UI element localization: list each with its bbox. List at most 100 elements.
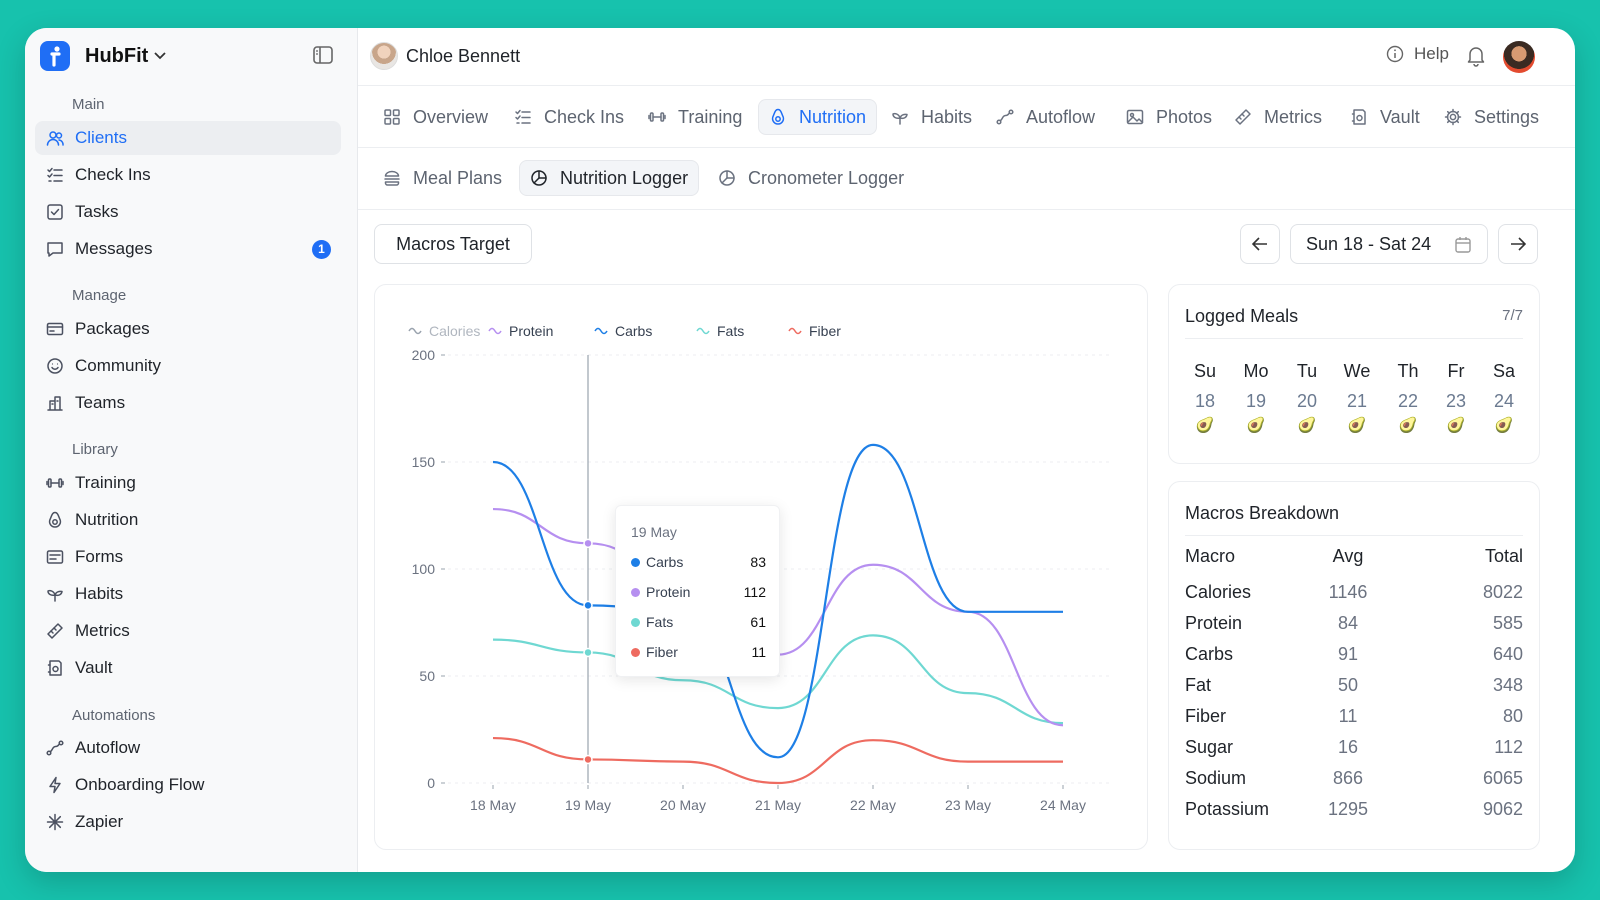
day-tu[interactable]: Tu 20 🥑 <box>1287 361 1327 434</box>
previous-week-button[interactable] <box>1240 224 1280 264</box>
subtab-nutrition-logger[interactable]: Nutrition Logger <box>519 160 700 196</box>
tab-label: Metrics <box>1264 106 1322 127</box>
bell-icon[interactable] <box>1466 45 1486 72</box>
day-su[interactable]: Su 18 🥑 <box>1185 361 1225 434</box>
subtab-label: Meal Plans <box>413 167 503 188</box>
table-header: Macro Avg Total <box>1185 546 1523 570</box>
date-range-picker[interactable]: Sun 18 - Sat 24 <box>1290 224 1488 264</box>
table-cell: 6065 <box>1482 768 1523 788</box>
help-button[interactable]: Help <box>1386 44 1449 64</box>
sidebar-item-onboarding-flow[interactable]: Onboarding Flow <box>35 768 341 802</box>
logged-meals-card: Logged Meals 7/7 Su 18 🥑 Mo 19 🥑 Tu 20 🥑 We… <box>1168 284 1540 464</box>
avocado-icon: 🥑 <box>1446 417 1466 434</box>
user-avatar[interactable] <box>1503 41 1535 73</box>
autoflow-icon <box>46 739 64 757</box>
macros-target-button[interactable]: Macros Target <box>374 224 532 264</box>
day-number: 22 <box>1397 391 1419 411</box>
tab-nutrition[interactable]: Nutrition <box>758 99 878 135</box>
table-row: Fiber 11 80 <box>1185 706 1523 730</box>
sidebar-item-label: Vault <box>75 658 113 677</box>
sidebar-item-metrics[interactable]: Metrics <box>35 614 341 648</box>
sidebar-item-packages[interactable]: Packages <box>35 312 341 346</box>
main-content: Chloe Bennett Help Overview Check Ins Trai… <box>358 28 1575 872</box>
sidebar-item-label: Messages <box>75 239 153 258</box>
avocado-icon: 🥑 <box>1297 417 1317 434</box>
table-row: Sugar 16 112 <box>1185 737 1523 761</box>
day-we[interactable]: We 21 🥑 <box>1337 361 1377 434</box>
sidebar-item-label: Clients <box>75 128 127 147</box>
dumbbell-icon <box>648 108 678 126</box>
sidebar-item-nutrition[interactable]: Nutrition <box>35 503 341 537</box>
tooltip-series-name: Fiber <box>646 644 678 660</box>
next-week-button[interactable] <box>1498 224 1538 264</box>
tab-training[interactable]: Training <box>638 99 752 135</box>
tab-check-ins[interactable]: Check Ins <box>504 99 634 135</box>
macros-chart-card: 0 50 100 150 200 18 May 19 May 20 May 21 May 22 M… <box>374 284 1148 850</box>
info-icon <box>1386 45 1404 63</box>
sidebar-item-clients[interactable]: Clients <box>35 121 341 155</box>
sidebar-toggle-icon[interactable] <box>312 44 336 68</box>
sidebar-item-zapier[interactable]: Zapier <box>35 805 341 839</box>
gear-icon <box>1444 108 1474 126</box>
ruler-icon <box>46 622 64 640</box>
top-bar: Chloe Bennett Help <box>358 28 1575 86</box>
table-cell: Fiber <box>1185 706 1227 726</box>
day-number: 24 <box>1493 391 1515 411</box>
day-sa[interactable]: Sa 24 🥑 <box>1484 361 1524 434</box>
sidebar-item-tasks[interactable]: Tasks <box>35 195 341 229</box>
workspace-switcher[interactable]: HubFit <box>40 40 166 72</box>
logged-meals-title: Logged Meals <box>1185 306 1299 326</box>
table-cell: Sugar <box>1185 737 1234 757</box>
day-name: Sa <box>1492 361 1516 381</box>
tab-settings[interactable]: Settings <box>1434 99 1549 135</box>
x-tick-label: 21 May <box>755 797 801 813</box>
sidebar-item-label: Zapier <box>75 812 124 831</box>
divider <box>1185 338 1523 339</box>
tooltip-row: Carbs 83 <box>631 554 766 570</box>
sidebar-item-label: Teams <box>75 393 126 412</box>
sidebar-item-training[interactable]: Training <box>35 466 341 500</box>
day-mo[interactable]: Mo 19 🥑 <box>1236 361 1276 434</box>
sidebar-item-vault[interactable]: Vault <box>35 651 341 685</box>
tab-metrics[interactable]: Metrics <box>1224 99 1332 135</box>
sidebar-item-autoflow[interactable]: Autoflow <box>35 731 341 765</box>
day-name: We <box>1343 361 1371 381</box>
x-tick-label: 18 May <box>470 797 516 813</box>
tab-photos[interactable]: Photos <box>1116 99 1222 135</box>
day-th[interactable]: Th 22 🥑 <box>1388 361 1428 434</box>
sidebar-item-messages[interactable]: Messages 1 <box>35 232 341 266</box>
tooltip-value: 112 <box>743 584 766 600</box>
image-icon <box>1126 108 1156 126</box>
sidebar-item-community[interactable]: Community <box>35 349 341 383</box>
day-fr[interactable]: Fr 23 🥑 <box>1436 361 1476 434</box>
sidebar-item-teams[interactable]: Teams <box>35 386 341 420</box>
legend-label-fiber: Fiber <box>809 323 841 339</box>
subtab-cronometer-logger[interactable]: Cronometer Logger <box>708 160 914 196</box>
tab-habits[interactable]: Habits <box>881 99 982 135</box>
table-cell: Potassium <box>1185 799 1270 819</box>
date-range-label: Sun 18 - Sat 24 <box>1306 233 1432 254</box>
tab-vault[interactable]: Vault <box>1340 99 1430 135</box>
sidebar-item-label: Training <box>75 473 136 492</box>
day-name: Tu <box>1296 361 1318 381</box>
tab-autoflow[interactable]: Autoflow <box>986 99 1105 135</box>
sidebar-item-check-ins[interactable]: Check Ins <box>35 158 341 192</box>
hover-point-carbs <box>583 600 593 611</box>
section-label-library: Library <box>72 441 118 458</box>
table-cell: 9062 <box>1482 799 1523 819</box>
sidebar-item-forms[interactable]: Forms <box>35 540 341 574</box>
day-name: Su <box>1193 361 1217 381</box>
sidebar-item-habits[interactable]: Habits <box>35 577 341 611</box>
subtab-meal-plans[interactable]: Meal Plans <box>373 160 512 196</box>
table-cell: 866 <box>1332 768 1364 788</box>
tab-overview[interactable]: Overview <box>373 99 498 135</box>
logged-meals-count: 7/7 <box>1502 307 1523 324</box>
bolt-icon <box>46 776 64 794</box>
tab-label: Habits <box>921 106 973 127</box>
y-tick-label: 200 <box>412 347 436 363</box>
sidebar-item-label: Packages <box>75 319 150 338</box>
tooltip-series-name: Fats <box>646 614 674 630</box>
y-tick-label: 0 <box>427 775 435 791</box>
series-line-fiber <box>492 736 1063 785</box>
tooltip-row: Fats 61 <box>631 614 766 630</box>
